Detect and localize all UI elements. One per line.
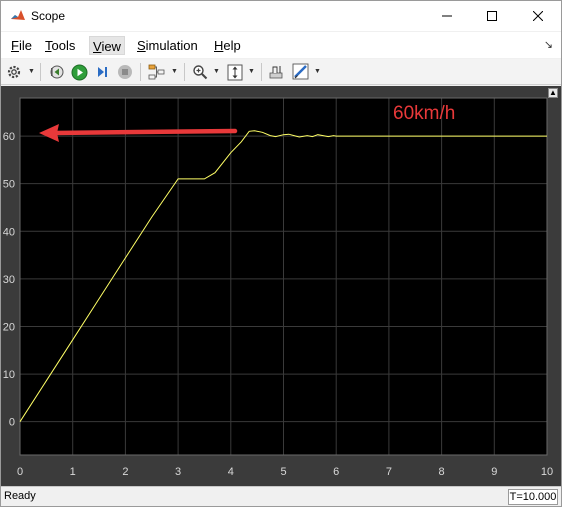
x-tick-label: 8 (439, 466, 445, 478)
run-button[interactable] (69, 62, 89, 82)
y-tick-label: 60 (3, 131, 15, 143)
x-tick-label: 5 (280, 466, 286, 478)
highlight-button[interactable] (147, 62, 167, 82)
run-icon (71, 64, 87, 80)
step-back-icon (50, 65, 64, 79)
status-bar: Ready T=10.000 (1, 486, 561, 506)
plot-area: 0 1 2 3 4 5 6 7 8 9 10 0 10 20 30 40 50 60 60km/h ▲ (1, 86, 561, 486)
step-back-button[interactable] (46, 62, 66, 82)
menu-simulation[interactable]: Simulation (134, 36, 201, 55)
dock-icon[interactable]: ↘ (544, 38, 553, 51)
stop-icon (118, 65, 132, 79)
toolbar-separator (40, 63, 41, 81)
menu-bar: File Tools View Simulation Help ↘ (1, 32, 561, 58)
maximize-icon (487, 11, 497, 21)
speed-annotation: 60km/h (393, 103, 455, 124)
minimize-icon (442, 15, 452, 17)
cursor-measure-button[interactable] (266, 62, 286, 82)
menu-help[interactable]: Help (211, 36, 244, 55)
x-tick-label: 7 (386, 466, 392, 478)
toolbar-separator (140, 63, 141, 81)
x-tick-label: 2 (122, 466, 128, 478)
x-tick-label: 10 (541, 466, 553, 478)
highlight-icon (148, 64, 165, 80)
zoom-in-button[interactable] (190, 62, 210, 82)
menu-tools[interactable]: Tools (42, 36, 78, 55)
x-tick-label: 4 (228, 466, 234, 478)
x-tick-label: 1 (70, 466, 76, 478)
toolbar-separator (261, 63, 262, 81)
y-tick-label: 20 (3, 321, 15, 333)
edit-icon (292, 63, 309, 80)
undock-plot-button[interactable]: ▲ (548, 88, 558, 98)
arrow-shaft (50, 128, 238, 136)
step-forward-button[interactable] (92, 62, 112, 82)
scope-window: Scope File Tools View Simulation Help ↘ … (0, 0, 562, 507)
simulation-time: T=10.000 (508, 489, 558, 505)
window-title: Scope (31, 9, 66, 23)
edit-dropdown-icon[interactable]: ▼ (314, 68, 322, 76)
x-tick-label: 6 (333, 466, 339, 478)
scale-axes-button[interactable] (225, 62, 245, 82)
y-tick-label: 10 (3, 369, 15, 381)
y-tick-label: 40 (3, 226, 15, 238)
settings-dropdown-icon[interactable]: ▼ (28, 68, 36, 76)
maximize-button[interactable] (470, 1, 514, 31)
toolbar-separator (184, 63, 185, 81)
settings-icon (7, 65, 21, 79)
highlight-dropdown-icon[interactable]: ▼ (171, 68, 179, 76)
x-tick-label: 3 (175, 466, 181, 478)
y-tick-label: 0 (9, 417, 15, 429)
toolbar: ▼ ▼ ▼ ▼ ▼ (1, 59, 561, 85)
zoom-in-icon (193, 65, 208, 80)
title-bar: Scope (1, 1, 561, 31)
close-icon (533, 11, 543, 21)
x-tick-label: 0 (17, 466, 23, 478)
matlab-icon (10, 8, 26, 24)
step-forward-icon (98, 67, 107, 77)
status-text: Ready (4, 490, 36, 502)
scope-plot[interactable]: 0 1 2 3 4 5 6 7 8 9 10 0 10 20 30 40 50 60 60km/h (1, 86, 561, 486)
edit-button[interactable] (291, 62, 311, 82)
close-button[interactable] (516, 1, 560, 31)
y-tick-label: 50 (3, 179, 15, 191)
y-tick-label: 30 (3, 274, 15, 286)
zoom-dropdown-icon[interactable]: ▼ (213, 68, 221, 76)
cursor-measure-icon (269, 66, 283, 79)
settings-button[interactable] (4, 62, 24, 82)
scale-axes-icon (227, 64, 243, 80)
menu-view[interactable]: View (89, 36, 125, 55)
x-tick-label: 9 (491, 466, 497, 478)
menu-file[interactable]: File (8, 36, 35, 55)
minimize-button[interactable] (425, 1, 469, 31)
stop-button[interactable] (115, 62, 135, 82)
scale-axes-dropdown-icon[interactable]: ▼ (248, 68, 256, 76)
